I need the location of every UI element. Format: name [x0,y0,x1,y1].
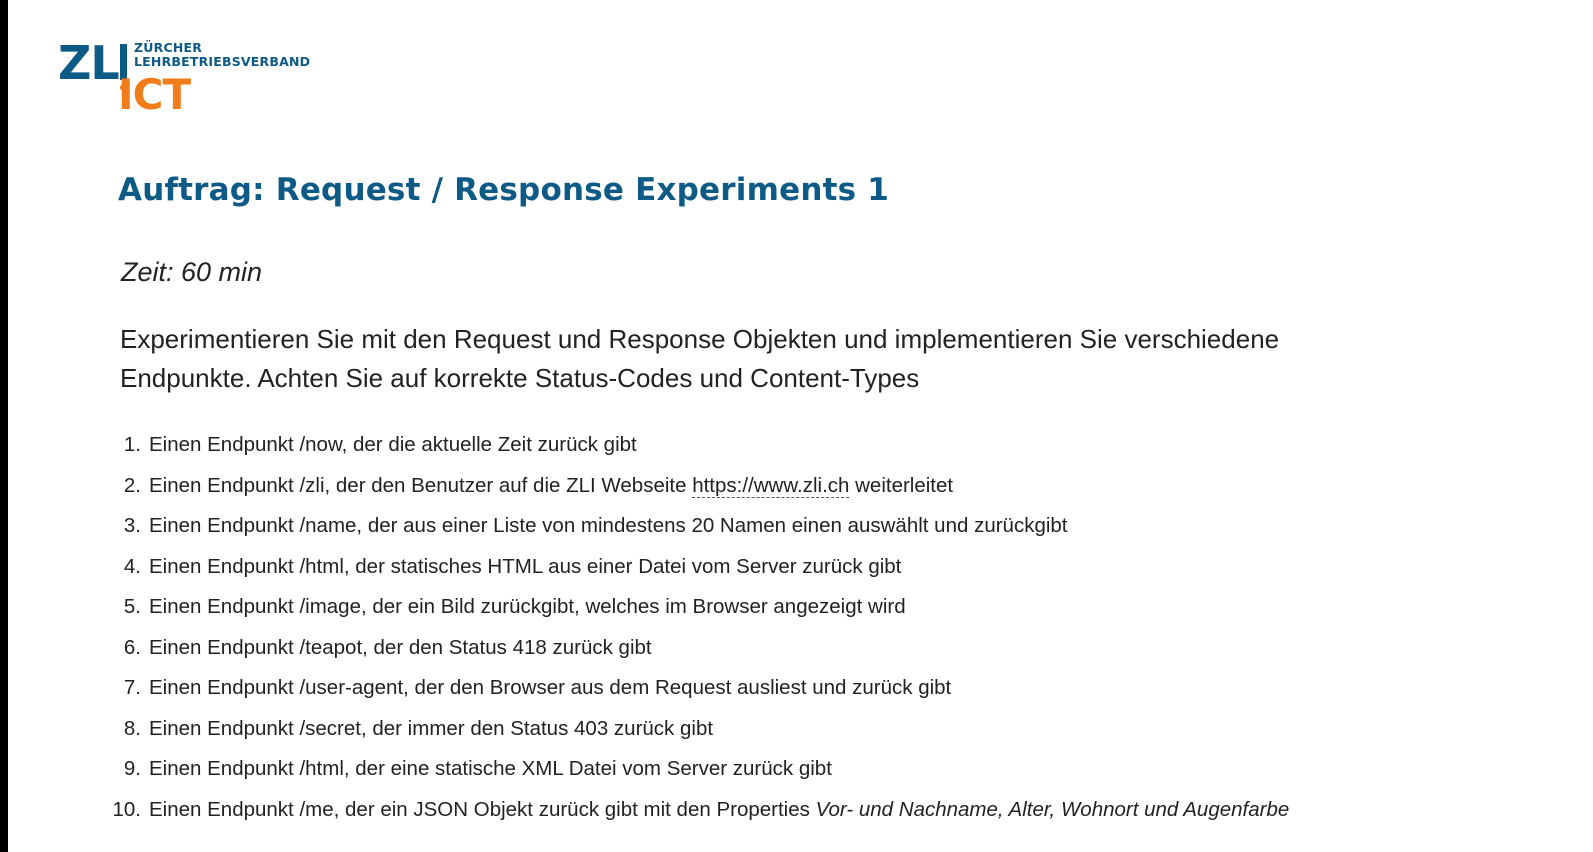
task-number: 3. [123,514,141,537]
zli-ict-logo: ZL ICT ZÜRCHER LEHRBETRIEBSVERBAND [58,40,318,120]
zli-website-link[interactable]: https://www.zli.ch [692,473,850,498]
task-number: 7. [123,676,141,699]
task-text: Einen Endpunkt /secret, der immer den St… [149,716,714,740]
logo-org-line2: LEHRBETRIEBSVERBAND [134,54,311,69]
task-text: Einen Endpunkt /html, der eine statische… [149,757,832,780]
task-number: 10. [112,797,142,821]
task-text: weiterleitet [849,473,954,497]
task-emphasis: Vor- und Nachname, Alter, Wohnort und Au… [815,797,1290,821]
task-item: 7. Einen Endpunkt /user-agent, der den Br… [104,668,1289,709]
logo-ict-mark: ICT [118,70,191,119]
intro-paragraph: Experimentieren Sie mit den Request und … [120,324,1280,393]
task-item: 9. Einen Endpunkt /html, der eine statisc… [104,749,1289,790]
task-text: Einen Endpunkt /user-agent, der den Brow… [149,676,952,699]
task-text: Einen Endpunkt /image, der ein Bild zurü… [149,595,906,618]
task-item: 4. Einen Endpunkt /html, der statisches H… [104,547,1289,588]
logo-org-line1: ZÜRCHER [134,40,203,55]
document-page: ZL ICT ZÜRCHER LEHRBETRIEBSVERBAND Auftr… [8,0,1593,852]
task-item: 3. Einen Endpunkt /name, der aus einer Li… [104,506,1289,547]
task-text: Einen Endpunkt /now, der die aktuelle Ze… [149,433,637,456]
task-number: 6. [123,635,141,659]
task-text: Einen Endpunkt /teapot, der den Status 4… [149,635,652,659]
task-list: 1. Einen Endpunkt /now, der die aktuelle … [104,425,1290,831]
logo-zl-mark: ZL [58,36,120,90]
task-item: 6. Einen Endpunkt /teapot, der den Status… [104,628,1289,669]
task-number: 5. [123,595,141,618]
task-number: 2. [123,473,141,497]
task-item: 10. Einen Endpunkt /me, der ein JSON Obje… [104,790,1290,831]
task-text: Einen Endpunkt /name, der aus einer List… [149,514,1068,537]
time-estimate: Zeit: 60 min [121,257,263,287]
task-number: 8. [123,716,141,740]
task-text: Einen Endpunkt /html, der statisches HTM… [149,554,902,578]
task-number: 9. [123,757,141,780]
task-item: 5. Einen Endpunkt /image, der ein Bild zu… [104,587,1289,628]
task-text: Einen Endpunkt /zli, der den Benutzer au… [149,473,693,497]
task-item: 8. Einen Endpunkt /secret, der immer den … [104,709,1289,750]
task-text: Einen Endpunkt /me, der ein JSON Objekt … [149,797,816,821]
task-item: 2. Einen Endpunkt /zli, der den Benutzer … [104,466,1289,507]
page-title: Auftrag: Request / Response Experiments … [118,172,890,208]
task-number: 1. [123,433,141,456]
task-item: 1. Einen Endpunkt /now, der die aktuelle … [104,425,1289,466]
task-number: 4. [123,554,141,578]
